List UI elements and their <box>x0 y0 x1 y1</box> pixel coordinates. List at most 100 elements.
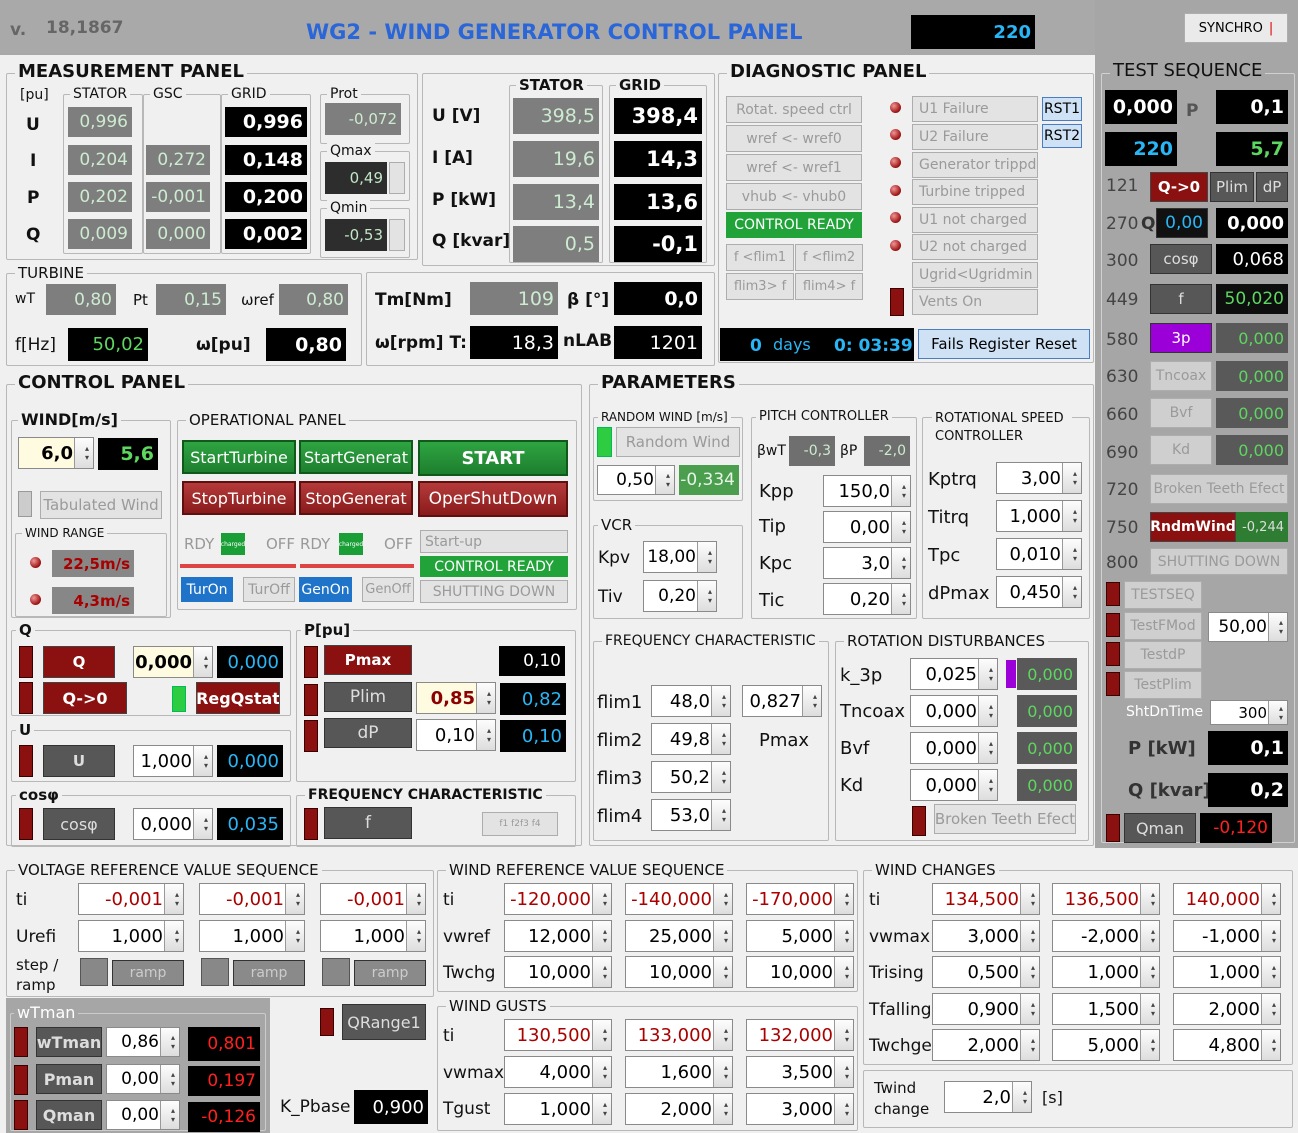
q0-button[interactable]: Q->0 <box>43 682 127 714</box>
u-button[interactable]: U <box>43 745 115 777</box>
twchg-3[interactable]: 10,000 <box>746 956 854 988</box>
test-broken-teeth-button[interactable]: Broken Teeth Efect <box>1150 474 1288 504</box>
qman-test-button[interactable]: Qman <box>1124 813 1196 843</box>
tfalling-1[interactable]: 0,900 <box>932 993 1040 1025</box>
gusts-vwmax-3[interactable]: 3,500 <box>746 1056 854 1088</box>
pman-button[interactable]: Pman <box>36 1064 102 1094</box>
twind-input[interactable]: 2,0 <box>944 1081 1032 1113</box>
vrvs-ti-2[interactable]: -0,001 <box>199 883 305 915</box>
wc-ti-1[interactable]: 134,500 <box>932 883 1040 915</box>
stop-generator-button[interactable]: StopGenerat <box>299 481 413 515</box>
test-plim-button[interactable]: Plim <box>1210 172 1254 202</box>
qman-button[interactable]: Qman <box>36 1100 102 1130</box>
u-input[interactable]: 1,000 <box>133 745 213 777</box>
f-flim1-button[interactable]: f <flim1 <box>726 244 794 271</box>
q-input[interactable]: 0,000 <box>133 646 213 678</box>
vwref-3[interactable]: 5,000 <box>746 920 854 952</box>
vrvs-ti-1[interactable]: -0,001 <box>78 883 184 915</box>
trising-2[interactable]: 1,000 <box>1052 956 1160 988</box>
tgust-1[interactable]: 1,000 <box>504 1093 612 1125</box>
ramp-3-button[interactable]: ramp <box>354 960 426 986</box>
tncoax-input[interactable]: 0,000 <box>910 695 998 727</box>
flim1-input[interactable]: 48,0 <box>651 685 731 717</box>
plim-input[interactable]: 0,85 <box>416 682 496 714</box>
q-button[interactable]: Q <box>43 646 115 678</box>
test-dp-button[interactable]: dP <box>1256 172 1288 202</box>
random-wind-button[interactable]: Random Wind <box>616 427 740 457</box>
urefi-1[interactable]: 1,000 <box>78 920 184 952</box>
wtman-input[interactable]: 0,86 <box>106 1027 180 1057</box>
twchg-2[interactable]: 10,000 <box>625 956 733 988</box>
gusts-ti-3[interactable]: 132,000 <box>746 1019 854 1051</box>
tpc-input[interactable]: 0,010 <box>996 538 1082 570</box>
vwref-1[interactable]: 12,000 <box>504 920 612 952</box>
fails-register-reset-button[interactable]: Fails Register Reset <box>918 329 1090 359</box>
dpmax-input[interactable]: 0,450 <box>996 576 1082 608</box>
twchge-2[interactable]: 5,000 <box>1052 1029 1160 1061</box>
wc-vwmax-1[interactable]: 3,000 <box>932 920 1040 952</box>
kptrq-input[interactable]: 3,00 <box>996 462 1082 494</box>
dp-input[interactable]: 0,10 <box>416 719 496 751</box>
turoff-button[interactable]: TurOff <box>243 577 295 602</box>
twchge-3[interactable]: 4,800 <box>1173 1029 1281 1061</box>
kd-input[interactable]: 0,000 <box>910 769 998 801</box>
titrq-input[interactable]: 1,000 <box>996 500 1082 532</box>
rotat-speed-ctrl-button[interactable]: Rotat. speed ctrl <box>726 96 862 123</box>
testplim-button[interactable]: TestPlim <box>1124 671 1202 699</box>
wref-wref0-button[interactable]: wref <- wref0 <box>726 125 862 152</box>
rst1-button[interactable]: RST1 <box>1042 97 1082 121</box>
kpc-input[interactable]: 3,0 <box>823 547 911 579</box>
wref-wref1-button[interactable]: wref <- wref1 <box>726 154 862 181</box>
qmin-button[interactable] <box>389 219 405 251</box>
test-kd-button[interactable]: Kd <box>1150 435 1212 465</box>
dp-button[interactable]: dP <box>324 718 412 748</box>
twchg-1[interactable]: 10,000 <box>504 956 612 988</box>
flim3-f-button[interactable]: flim3> f <box>726 273 794 300</box>
wind-input[interactable]: 6,0 <box>18 437 94 469</box>
gusts-ti-1[interactable]: 130,500 <box>504 1019 612 1051</box>
flim3-input[interactable]: 50,2 <box>651 761 731 793</box>
wc-ti-2[interactable]: 136,500 <box>1052 883 1160 915</box>
cos-input[interactable]: 0,000 <box>133 808 213 840</box>
synchro-button[interactable]: SYNCHRO | <box>1184 13 1288 43</box>
gusts-vwmax-2[interactable]: 1,600 <box>625 1056 733 1088</box>
kpp-input[interactable]: 150,0 <box>823 475 911 507</box>
broken-teeth-button[interactable]: Broken Teeth Efect <box>934 804 1076 834</box>
gusts-vwmax-1[interactable]: 4,000 <box>504 1056 612 1088</box>
test-q-input[interactable]: 0,00 <box>1156 208 1208 238</box>
wc-ti-3[interactable]: 140,000 <box>1173 883 1281 915</box>
test-cos-button[interactable]: cosφ <box>1150 244 1212 274</box>
tfalling-2[interactable]: 1,500 <box>1052 993 1160 1025</box>
tic-input[interactable]: 0,20 <box>823 583 911 615</box>
ramp-1-button[interactable]: ramp <box>112 960 184 986</box>
vwref-2[interactable]: 25,000 <box>625 920 733 952</box>
stop-turbine-button[interactable]: StopTurbine <box>182 481 296 515</box>
urefi-3[interactable]: 1,000 <box>320 920 426 952</box>
regqstat-button[interactable]: RegQstat <box>196 682 280 714</box>
wrvs-ti-2[interactable]: -140,000 <box>625 883 733 915</box>
flim4-input[interactable]: 53,0 <box>651 799 731 831</box>
wrvs-ti-1[interactable]: -120,000 <box>504 883 612 915</box>
test-f-button[interactable]: f <box>1150 284 1212 314</box>
start-generator-button[interactable]: StartGenerat <box>299 440 413 474</box>
tip-input[interactable]: 0,00 <box>823 511 911 543</box>
test-bvf-button[interactable]: Bvf <box>1150 398 1212 428</box>
qmax-button[interactable] <box>389 162 405 194</box>
shtdn-input[interactable]: 300 <box>1210 700 1288 725</box>
twchge-1[interactable]: 2,000 <box>932 1029 1040 1061</box>
tgust-2[interactable]: 2,000 <box>625 1093 733 1125</box>
urefi-2[interactable]: 1,000 <box>199 920 305 952</box>
genon-button[interactable]: GenOn <box>299 577 352 602</box>
start-turbine-button[interactable]: StartTurbine <box>182 440 296 474</box>
qman-input[interactable]: 0,00 <box>106 1100 180 1130</box>
vrvs-ti-3[interactable]: -0,001 <box>320 883 426 915</box>
test-3p-button[interactable]: 3p <box>1150 323 1212 353</box>
test-rndmwind-button[interactable]: RndmWind <box>1150 512 1236 542</box>
gusts-ti-2[interactable]: 133,000 <box>625 1019 733 1051</box>
kpv-input[interactable]: 18,00 <box>643 541 717 573</box>
k3p-input[interactable]: 0,025 <box>910 658 998 690</box>
trising-3[interactable]: 1,000 <box>1173 956 1281 988</box>
pmax-button[interactable]: Pmax <box>324 645 412 675</box>
pmax-param-input[interactable]: 0,827 <box>742 685 822 717</box>
ramp-2-button[interactable]: ramp <box>233 960 305 986</box>
